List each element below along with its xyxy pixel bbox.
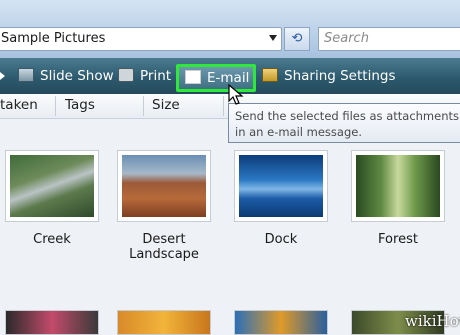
watermark: wikiHow xyxy=(405,312,460,330)
file-thumbnail-next[interactable] xyxy=(234,310,328,335)
refresh-icon[interactable]: ⟲ xyxy=(284,27,310,51)
address-path-text: Sample Pictures xyxy=(1,31,106,46)
file-thumbnail-desert-landscape[interactable] xyxy=(117,150,211,222)
file-name-desert-landscape[interactable]: Desert Landscape xyxy=(108,232,220,262)
file-name-dock[interactable]: Dock xyxy=(225,232,337,247)
print-label: Print xyxy=(140,68,172,84)
print-button[interactable]: Print xyxy=(118,58,171,94)
search-input[interactable]: Search xyxy=(318,27,460,51)
file-thumbnail-creek[interactable] xyxy=(5,150,99,222)
forest-image xyxy=(356,155,440,217)
column-tags[interactable]: Tags xyxy=(65,97,95,113)
envelope-icon xyxy=(185,70,201,84)
address-bar: Sample Pictures ⟲ Search xyxy=(0,0,460,59)
address-path-field[interactable]: Sample Pictures xyxy=(0,27,282,51)
dock-image xyxy=(239,155,323,217)
file-thumbnail-forest[interactable] xyxy=(351,150,445,222)
printer-icon xyxy=(118,68,134,82)
file-thumbnail-next[interactable] xyxy=(5,310,99,335)
chevron-down-icon[interactable] xyxy=(269,35,277,41)
search-placeholder: Search xyxy=(324,31,369,46)
slideshow-icon xyxy=(18,68,34,82)
sharing-icon xyxy=(262,68,278,82)
column-size[interactable]: Size xyxy=(152,97,180,113)
slideshow-button[interactable]: Slide Show xyxy=(18,58,114,94)
sharing-settings-button[interactable]: Sharing Settings xyxy=(262,58,396,94)
desert-landscape-image xyxy=(122,155,206,217)
column-divider[interactable] xyxy=(143,96,144,116)
column-divider[interactable] xyxy=(223,96,224,116)
mouse-cursor-icon xyxy=(228,84,244,105)
file-name-forest[interactable]: Forest xyxy=(342,232,454,247)
column-divider[interactable] xyxy=(55,96,56,116)
column-date-taken[interactable]: taken xyxy=(0,97,38,113)
creek-image xyxy=(10,155,94,217)
email-tooltip: Send the selected files as attachments i… xyxy=(228,103,460,143)
file-thumbnail-dock[interactable] xyxy=(234,150,328,222)
chevron-right-icon[interactable] xyxy=(0,72,5,80)
slideshow-label: Slide Show xyxy=(40,68,114,84)
file-thumbnail-next[interactable] xyxy=(117,310,211,335)
sharing-label: Sharing Settings xyxy=(284,68,396,84)
file-name-creek[interactable]: Creek xyxy=(0,232,108,247)
